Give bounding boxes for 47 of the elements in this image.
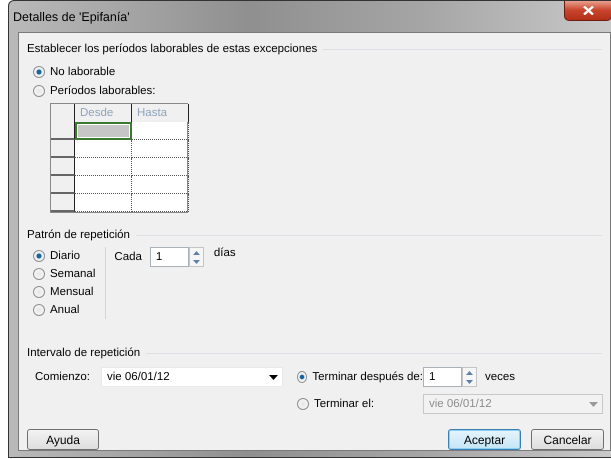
radio-button[interactable] (33, 268, 45, 280)
row-header (51, 122, 75, 140)
number-field[interactable]: 1 (423, 367, 462, 387)
section-heading: Patrón de repetición (27, 229, 130, 241)
section-heading: Intervalo de repetición (27, 347, 140, 359)
dialog-button[interactable]: Cancelar (531, 429, 604, 450)
radio-label: Anual (50, 304, 80, 316)
dialog-button[interactable]: Ayuda (27, 429, 99, 450)
section-heading: Establecer los períodos laborables de estas excepciones (27, 43, 318, 55)
row-header (51, 140, 75, 158)
radio-label: No laborable (50, 66, 116, 78)
radio-button[interactable] (33, 286, 45, 298)
spin-buttons[interactable] (188, 247, 204, 267)
up-arrow-icon (192, 250, 200, 254)
row-header (51, 194, 75, 212)
spin-buttons[interactable] (462, 367, 477, 387)
caret-icon (589, 402, 598, 406)
down-arrow-icon (466, 380, 473, 384)
radio-label: Diario (50, 250, 80, 262)
number-field[interactable]: 1 (150, 247, 189, 267)
start-dropdown[interactable]: vie 06/01/12 (101, 367, 283, 387)
radio-button[interactable] (33, 84, 45, 96)
radio-label: Semanal (50, 268, 96, 280)
start-label: Comienzo: (35, 371, 91, 383)
radio-label: Terminar después de: (312, 371, 423, 383)
close-button[interactable] (564, 1, 611, 21)
unit-label: días (214, 247, 236, 259)
up-arrow-icon (466, 370, 473, 374)
down-arrow-icon (192, 260, 200, 264)
radio-button[interactable] (33, 66, 45, 78)
radio-button[interactable] (297, 371, 308, 383)
radio-label: Mensual (50, 286, 94, 298)
radio-button[interactable] (33, 250, 45, 262)
window-title: Detalles de 'Epifanía' (13, 10, 130, 24)
column-header: Hasta (132, 104, 189, 122)
column-header: Desde (75, 104, 132, 122)
radio-button[interactable] (33, 304, 45, 316)
dialog-button[interactable]: Aceptar (448, 429, 521, 450)
radio-label: Terminar el: (314, 398, 374, 410)
close-icon (582, 6, 594, 15)
row-header (51, 176, 75, 194)
every-label: Cada (114, 250, 142, 265)
radio-label: Períodos laborables: (50, 84, 156, 96)
row-header (51, 158, 75, 176)
grid-corner (51, 104, 75, 122)
caret-icon (269, 374, 278, 380)
unit-label: veces (485, 371, 516, 383)
